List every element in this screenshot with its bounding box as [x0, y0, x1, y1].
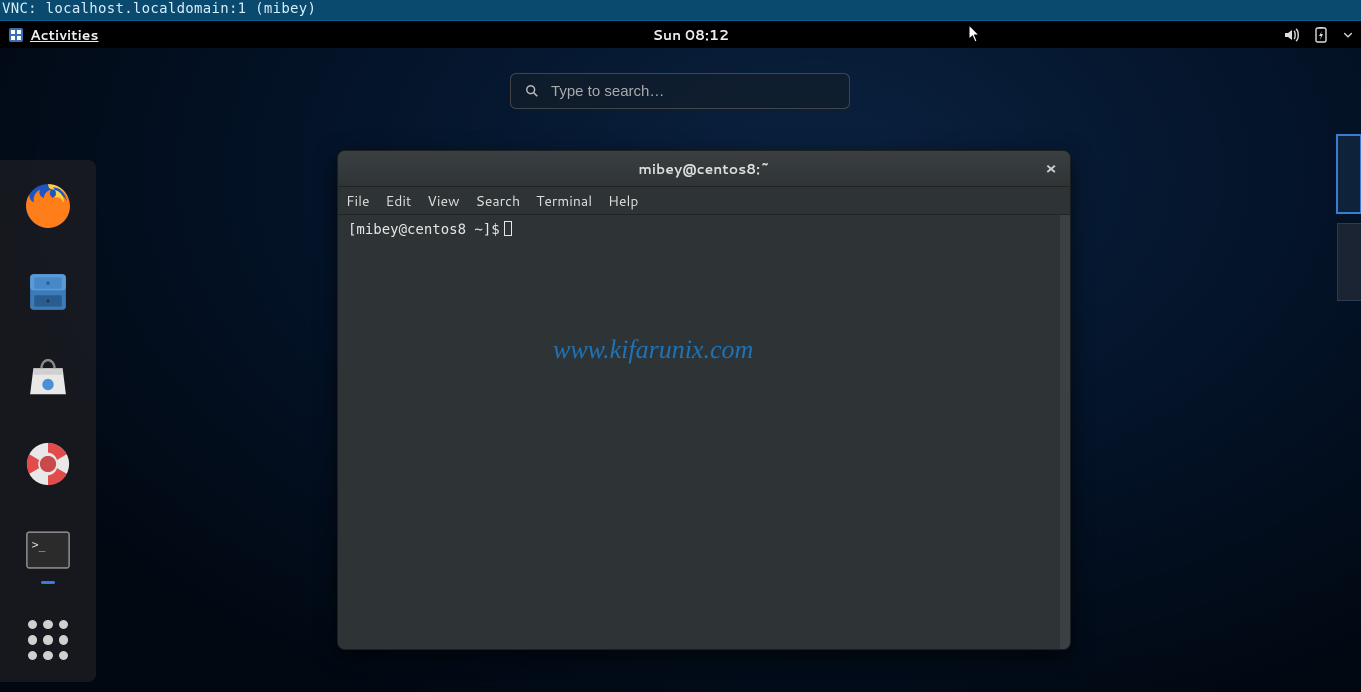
dock-item-terminal[interactable]: >_ [20, 522, 76, 578]
top-panel: Activities Sun 08:12 [0, 21, 1361, 48]
dock-item-files[interactable] [20, 264, 76, 320]
menu-terminal[interactable]: Terminal [536, 191, 592, 211]
overview-search[interactable] [510, 73, 850, 109]
terminal-window: mibey@centos8:~ × File Edit View Search … [337, 150, 1071, 650]
workspace-switcher [1337, 135, 1361, 301]
menu-view[interactable]: View [427, 191, 459, 211]
terminal-body[interactable]: [mibey@centos8 ~]$ [338, 215, 1070, 649]
menu-file[interactable]: File [346, 191, 370, 211]
menu-edit[interactable]: Edit [386, 191, 412, 211]
vnc-titlebar: VNC: localhost.localdomain:1 (mibey) [0, 0, 1361, 21]
help-icon [22, 438, 74, 490]
terminal-cursor [504, 221, 512, 236]
volume-icon [1283, 27, 1299, 43]
search-icon [525, 84, 539, 98]
show-apps-button[interactable] [24, 616, 72, 664]
files-icon [22, 266, 74, 318]
terminal-scrollbar[interactable] [1060, 215, 1070, 649]
activities-label: Activities [30, 25, 98, 45]
search-input[interactable] [551, 83, 835, 100]
battery-icon [1313, 27, 1329, 43]
terminal-titlebar[interactable]: mibey@centos8:~ × [338, 151, 1070, 187]
svg-text:>_: >_ [32, 537, 46, 551]
workspace-thumb-2[interactable] [1337, 223, 1361, 301]
clock[interactable]: Sun 08:12 [653, 25, 729, 45]
terminal-menubar: File Edit View Search Terminal Help [338, 187, 1070, 215]
terminal-icon: >_ [22, 524, 74, 576]
activities-icon [8, 27, 24, 43]
firefox-icon [22, 180, 74, 232]
close-icon: × [1045, 157, 1056, 180]
workspace-thumb-1[interactable] [1337, 135, 1361, 213]
dock-item-help[interactable] [20, 436, 76, 492]
dock: >_ [0, 160, 96, 682]
system-tray[interactable] [1283, 27, 1353, 43]
dock-item-software[interactable] [20, 350, 76, 406]
close-button[interactable]: × [1040, 158, 1062, 180]
terminal-prompt: [mibey@centos8 ~]$ [348, 222, 500, 238]
dot-icon [28, 620, 37, 629]
dock-item-firefox[interactable] [20, 178, 76, 234]
chevron-down-icon [1343, 30, 1353, 40]
terminal-title: mibey@centos8:~ [638, 159, 769, 179]
activities-button[interactable]: Activities [8, 25, 98, 45]
menu-help[interactable]: Help [608, 191, 638, 211]
menu-search[interactable]: Search [476, 191, 521, 211]
software-icon [22, 352, 74, 404]
